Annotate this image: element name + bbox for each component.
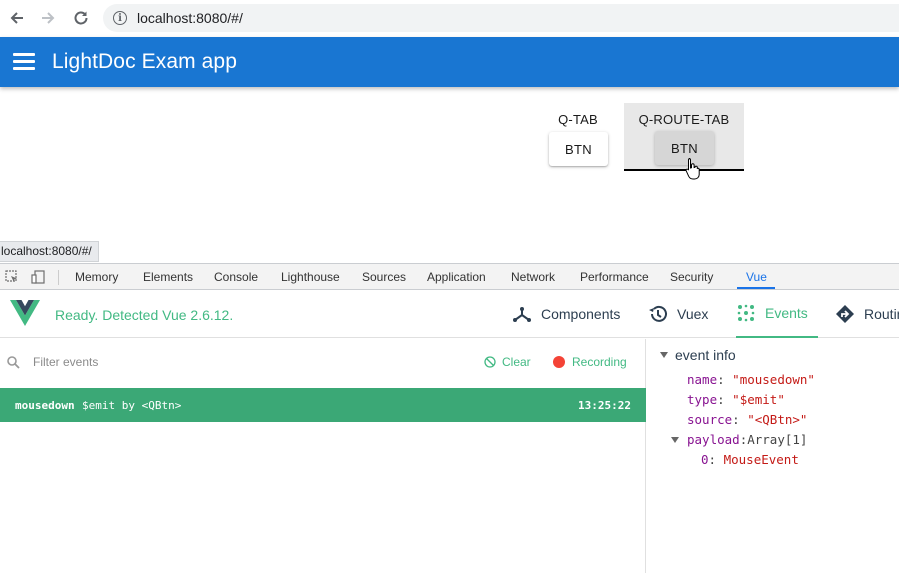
nav-routing-label: Routing: [864, 306, 899, 322]
active-tab-indicator: [737, 287, 775, 289]
nav-components-label: Components: [541, 306, 621, 322]
filter-row: Filter events Clear Recording: [0, 339, 646, 386]
vue-devtools-header: Ready. Detected Vue 2.6.12. Components V…: [0, 290, 899, 338]
recording-label: Recording: [572, 355, 627, 369]
info-icon[interactable]: i: [113, 11, 127, 25]
q-tab-button[interactable]: BTN: [549, 132, 608, 166]
event-name: mousedown: [15, 399, 75, 412]
clear-button[interactable]: Clear: [484, 355, 531, 369]
search-icon: [7, 356, 20, 369]
components-icon: [513, 307, 531, 322]
app-header: LightDoc Exam app: [0, 37, 899, 87]
nav-vuex[interactable]: Vuex: [648, 290, 708, 338]
event-list-item[interactable]: mousedown $emit by <QBtn> 13:25:22: [0, 388, 646, 422]
tab-console[interactable]: Console: [214, 270, 258, 284]
url-text: localhost:8080/#/: [137, 10, 243, 26]
q-tab[interactable]: Q-TAB BTN: [545, 103, 611, 171]
prop-payload[interactable]: payload: Array[1]: [671, 432, 807, 447]
directions-icon: [836, 305, 854, 323]
nav-routing[interactable]: Routing: [835, 290, 899, 338]
events-icon: [737, 304, 755, 322]
address-bar[interactable]: i localhost:8080/#/: [103, 4, 899, 32]
expand-triangle-icon: [671, 436, 679, 443]
devtools-tab-bar: Memory Elements Console Lighthouse Sourc…: [0, 263, 899, 290]
back-icon[interactable]: [7, 8, 27, 28]
block-icon: [484, 356, 496, 368]
status-url: localhost:8080/#/: [0, 241, 99, 262]
event-time: 13:25:22: [578, 399, 631, 412]
tab-vue[interactable]: Vue: [746, 270, 767, 284]
q-route-tab[interactable]: Q-ROUTE-TAB BTN: [624, 103, 744, 171]
event-info-header[interactable]: event info: [660, 347, 736, 363]
event-info-pane: event info name: "mousedown" type: "$emi…: [647, 339, 899, 573]
app-title: LightDoc Exam app: [52, 50, 237, 73]
event-type: $emit by <QBtn>: [82, 399, 182, 412]
tab-application[interactable]: Application: [427, 270, 486, 284]
browser-toolbar: i localhost:8080/#/: [0, 0, 899, 36]
events-pane: Filter events Clear Recording mousedown …: [0, 339, 646, 573]
reload-icon[interactable]: [71, 8, 91, 28]
history-icon: [649, 305, 667, 322]
prop-source-key: source: [687, 412, 733, 427]
device-toolbar-icon[interactable]: [31, 270, 45, 284]
filter-events-input[interactable]: Filter events: [33, 355, 98, 369]
nav-vuex-label: Vuex: [677, 306, 709, 322]
tab-memory[interactable]: Memory: [75, 270, 118, 284]
tab-network[interactable]: Network: [511, 270, 555, 284]
tab-performance[interactable]: Performance: [580, 270, 649, 284]
nav-events-label: Events: [765, 305, 808, 321]
hand-cursor-icon: [685, 158, 700, 180]
recording-dot-icon: [553, 356, 565, 368]
prop-source: source: "<QBtn>": [687, 412, 808, 427]
nav-components[interactable]: Components: [512, 290, 620, 338]
tab-security[interactable]: Security: [670, 270, 713, 284]
prop-item-value: MouseEvent: [723, 452, 799, 467]
prop-name-key: name: [687, 372, 718, 387]
tab-sources[interactable]: Sources: [362, 270, 406, 284]
prop-payload-item: 0: MouseEvent: [701, 452, 799, 467]
vue-status-text: Ready. Detected Vue 2.6.12.: [55, 307, 234, 323]
prop-name-value: "mousedown": [732, 372, 815, 387]
prop-type-value: "$emit": [732, 392, 785, 407]
expand-triangle-icon: [660, 352, 668, 358]
prop-type: type: "$emit": [687, 392, 785, 407]
prop-payload-value: Array[1]: [747, 432, 808, 447]
prop-name: name: "mousedown": [687, 372, 815, 387]
tab-lighthouse[interactable]: Lighthouse: [281, 270, 340, 284]
prop-item-key: 0: [701, 452, 709, 467]
recording-button[interactable]: Recording: [553, 355, 627, 369]
prop-source-value: "<QBtn>": [747, 412, 808, 427]
clear-label: Clear: [502, 355, 531, 369]
prop-type-key: type: [687, 392, 718, 407]
divider: [58, 270, 59, 285]
event-info-title: event info: [675, 347, 736, 363]
nav-events[interactable]: Events: [736, 290, 818, 338]
menu-icon[interactable]: [13, 53, 35, 71]
prop-payload-key: payload: [687, 432, 740, 447]
inspect-element-icon[interactable]: [5, 270, 19, 284]
tab-elements[interactable]: Elements: [143, 270, 193, 284]
q-tab-label: Q-TAB: [558, 112, 598, 127]
q-route-tab-label: Q-ROUTE-TAB: [638, 112, 730, 127]
forward-icon[interactable]: [38, 8, 58, 28]
vue-logo-icon: [10, 300, 40, 326]
